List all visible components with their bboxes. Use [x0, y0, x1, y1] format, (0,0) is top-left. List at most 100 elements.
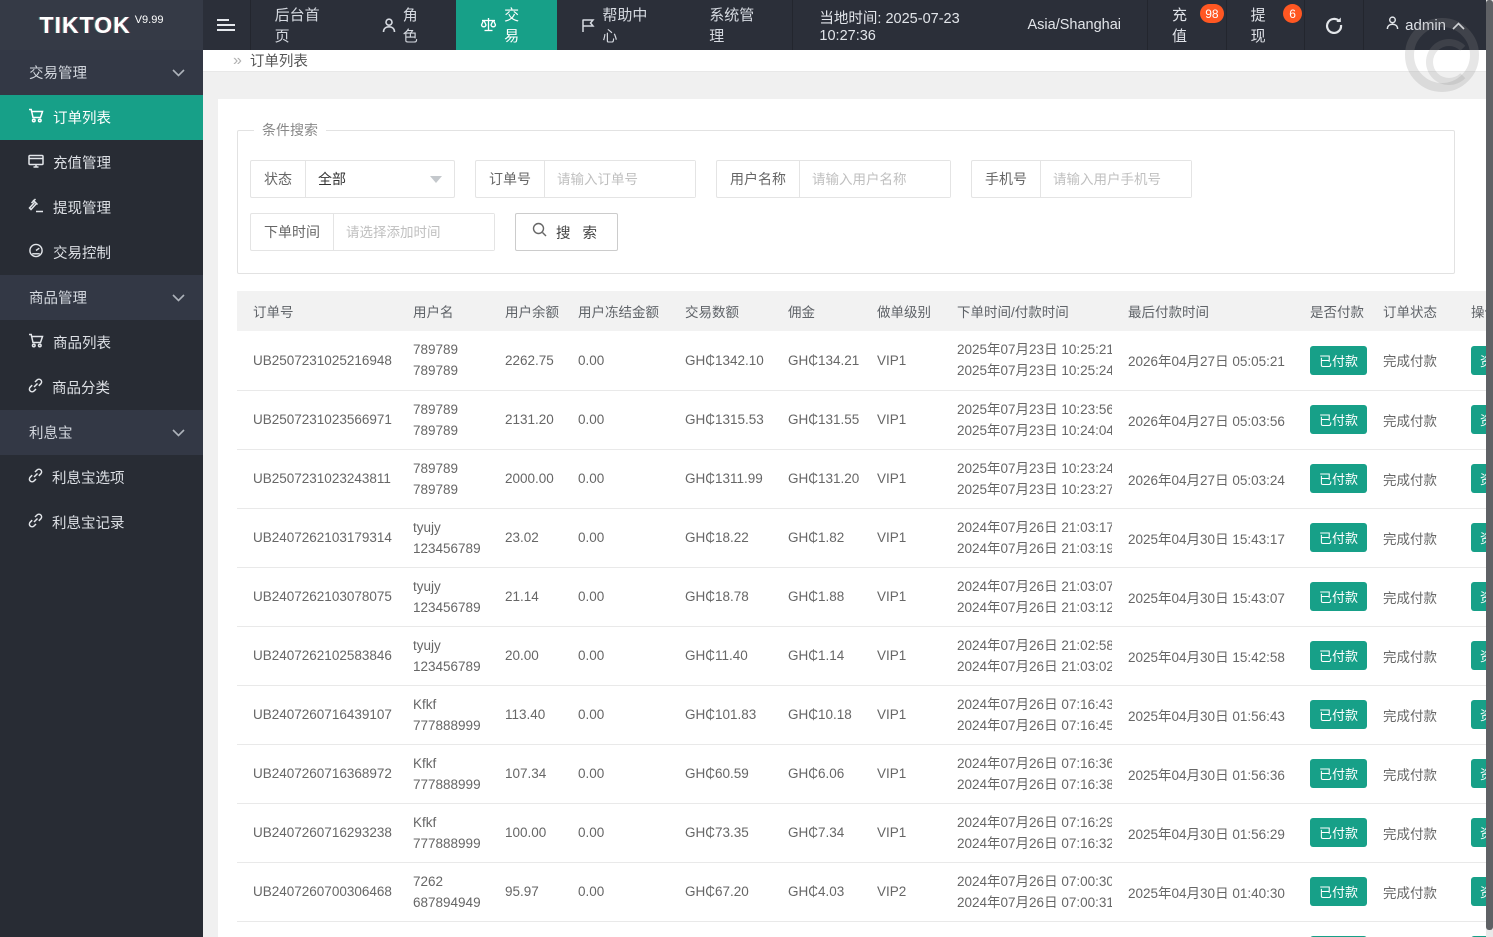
search-button[interactable]: 搜 索 [515, 213, 619, 251]
sidebar-item-trade-control[interactable]: 交易控制 [0, 230, 203, 275]
sidebar-item-order-list[interactable]: 订单列表 [0, 95, 203, 140]
chevron-down-icon [172, 290, 185, 306]
admin-menu[interactable]: admin [1363, 0, 1493, 50]
cell-last-pay-time: 2025年04月30日 01:40:30 [1112, 862, 1294, 922]
funds-detail-button[interactable]: 资金 [1471, 759, 1487, 788]
sidebar-item-product-list[interactable]: 商品列表 [0, 320, 203, 365]
cell-level: VIP1 [861, 331, 941, 391]
nav-item-help-center[interactable]: 帮助中心 [557, 0, 685, 50]
nav-item-trade[interactable]: 交易 [456, 0, 558, 50]
cell-action: 资金 [1455, 685, 1487, 745]
cell-order-time: 2024年07月26日 07:16:29 2024年07月26日 07:16:3… [941, 803, 1112, 863]
column-header: 交易数额 [669, 291, 772, 331]
cell-frozen: 0.00 [562, 449, 669, 509]
cell-order-time: 2024年07月26日 21:02:58 2024年07月26日 21:03:0… [941, 626, 1112, 686]
cell-last-pay-time: 2025年04月30日 01:56:36 [1112, 744, 1294, 804]
table-row: UB2407260716439107 Kfkf 777888999 113.40… [237, 685, 1487, 745]
cell-last-pay-time: 2026年04月27日 05:05:21 [1112, 331, 1294, 391]
sidebar-item-interest-records[interactable]: 利息宝记录 [0, 500, 203, 545]
status-select[interactable]: 全部 [306, 161, 454, 197]
funds-detail-button[interactable]: 资金 [1471, 523, 1487, 552]
sidebar-group-interest-treasure[interactable]: 利息宝 [0, 410, 203, 455]
cell-amount: GH₵1315.53 [669, 390, 772, 450]
cell-amount: GH₵1311.99 [669, 449, 772, 509]
table-row: UB2507231025216948 789789 789789 2262.75… [237, 331, 1487, 391]
cell-level [861, 921, 941, 937]
cell-order-time: 2025年07月23日 10:25:21 2025年07月23日 10:25:2… [941, 331, 1112, 391]
cell-frozen: 0.00 [562, 803, 669, 863]
recharge-button[interactable]: 充值 98 [1147, 0, 1226, 50]
cell-action: 资金 [1455, 331, 1487, 391]
cell-balance: 107.34 [489, 744, 562, 804]
paid-status-badge: 已付款 [1310, 700, 1367, 729]
sidebar-item-recharge-management[interactable]: 充值管理 [0, 140, 203, 185]
paid-status-badge: 已付款 [1310, 759, 1367, 788]
sidebar-item-withdraw-management[interactable]: 提现管理 [0, 185, 203, 230]
local-time: 当地时间: 2025-07-23 10:27:36 Asia/Shanghai [792, 0, 1147, 50]
nav-item-system[interactable]: 系统管理 [685, 0, 792, 50]
funds-detail-button[interactable]: 资金 [1471, 582, 1487, 611]
paid-status-badge: 已付款 [1310, 345, 1367, 375]
cell-order-status: 完成付款 [1367, 862, 1455, 922]
nav-item-home[interactable]: 后台首页 [251, 0, 358, 50]
menu-toggle-icon[interactable] [203, 0, 251, 50]
brand-logo: TIKTOK V9.99 [0, 0, 203, 50]
cell-paid: 已付款 [1294, 508, 1367, 568]
cell-balance: 2000.00 [489, 449, 562, 509]
funds-detail-button[interactable]: 资金 [1471, 345, 1487, 375]
cell-balance: 21.14 [489, 567, 562, 627]
topbar-right: 当地时间: 2025-07-23 10:27:36 Asia/Shanghai … [792, 0, 1493, 50]
cell-amount: GH₵18.78 [669, 567, 772, 627]
sidebar-item-interest-options[interactable]: 利息宝选项 [0, 455, 203, 500]
cell-action: 资金 [1455, 449, 1487, 509]
funds-detail-button[interactable]: 资金 [1471, 700, 1487, 729]
cell-order-status: 完成付款 [1367, 390, 1455, 450]
order-time-filter: 下单时间 [250, 213, 495, 251]
funds-detail-button[interactable]: 资金 [1471, 877, 1487, 906]
funds-detail-button[interactable]: 资金 [1471, 641, 1487, 670]
withdraw-button[interactable]: 提现 6 [1225, 0, 1305, 50]
funds-detail-button[interactable]: 资金 [1471, 818, 1487, 847]
cell-amount: GH₵1342.10 [669, 331, 772, 391]
table-row: UB2407262103078075 tyujy 123456789 21.14… [237, 567, 1487, 627]
brand-name: TIKTOK [39, 11, 131, 38]
recharge-badge: 98 [1200, 4, 1224, 23]
table-row: 7262 2024年07月26日 07:00:23 [237, 921, 1487, 937]
cell-username: Kfkf 777888999 [397, 803, 489, 863]
cell-commission: GH₵10.18 [772, 685, 861, 745]
cell-paid: 已付款 [1294, 567, 1367, 627]
cell-commission: GH₵131.55 [772, 390, 861, 450]
cell-paid: 已付款 [1294, 921, 1367, 937]
cell-last-pay-time: 2025年04月30日 15:43:17 [1112, 508, 1294, 568]
cell-amount: GH₵18.22 [669, 508, 772, 568]
sidebar-item-product-category[interactable]: 商品分类 [0, 365, 203, 410]
cell-action: 资金 [1455, 803, 1487, 863]
paid-status-badge: 已付款 [1310, 464, 1367, 493]
cell-commission: GH₵131.20 [772, 449, 861, 509]
cell-amount [669, 921, 772, 937]
cell-level: VIP2 [861, 862, 941, 922]
sidebar-group-trade-management[interactable]: 交易管理 [0, 50, 203, 95]
flag-icon [581, 18, 595, 33]
cell-frozen [562, 921, 669, 937]
refresh-icon[interactable] [1304, 0, 1363, 50]
scrollbar-thumb[interactable] [1486, 0, 1493, 930]
cell-order-no: UB2407260716368972 [237, 744, 397, 804]
table-row: UB2407262103179314 tyujy 123456789 23.02… [237, 508, 1487, 568]
orders-table: 订单号 用户名 用户余额 用户冻结金额 交易数额 佣金 做单级别 下单时间/付款时间 最后付款时… [237, 291, 1487, 937]
phone-input[interactable] [1041, 161, 1191, 197]
order-time-input[interactable] [334, 214, 494, 250]
sidebar-group-product-management[interactable]: 商品管理 [0, 275, 203, 320]
cell-level: VIP1 [861, 390, 941, 450]
table-row: UB2407260716293238 Kfkf 777888999 100.00… [237, 803, 1487, 863]
funds-detail-button[interactable]: 资金 [1471, 464, 1487, 493]
cell-paid: 已付款 [1294, 744, 1367, 804]
funds-detail-button[interactable]: 资金 [1471, 405, 1487, 434]
link-icon [28, 513, 43, 532]
order-no-input[interactable] [545, 161, 695, 197]
cell-amount: GH₵11.40 [669, 626, 772, 686]
nav-item-roles[interactable]: 角色 [358, 0, 456, 50]
cell-action: 资金 [1455, 744, 1487, 804]
breadcrumb: » 订单列表 [203, 50, 1493, 72]
username-input[interactable] [800, 161, 950, 197]
